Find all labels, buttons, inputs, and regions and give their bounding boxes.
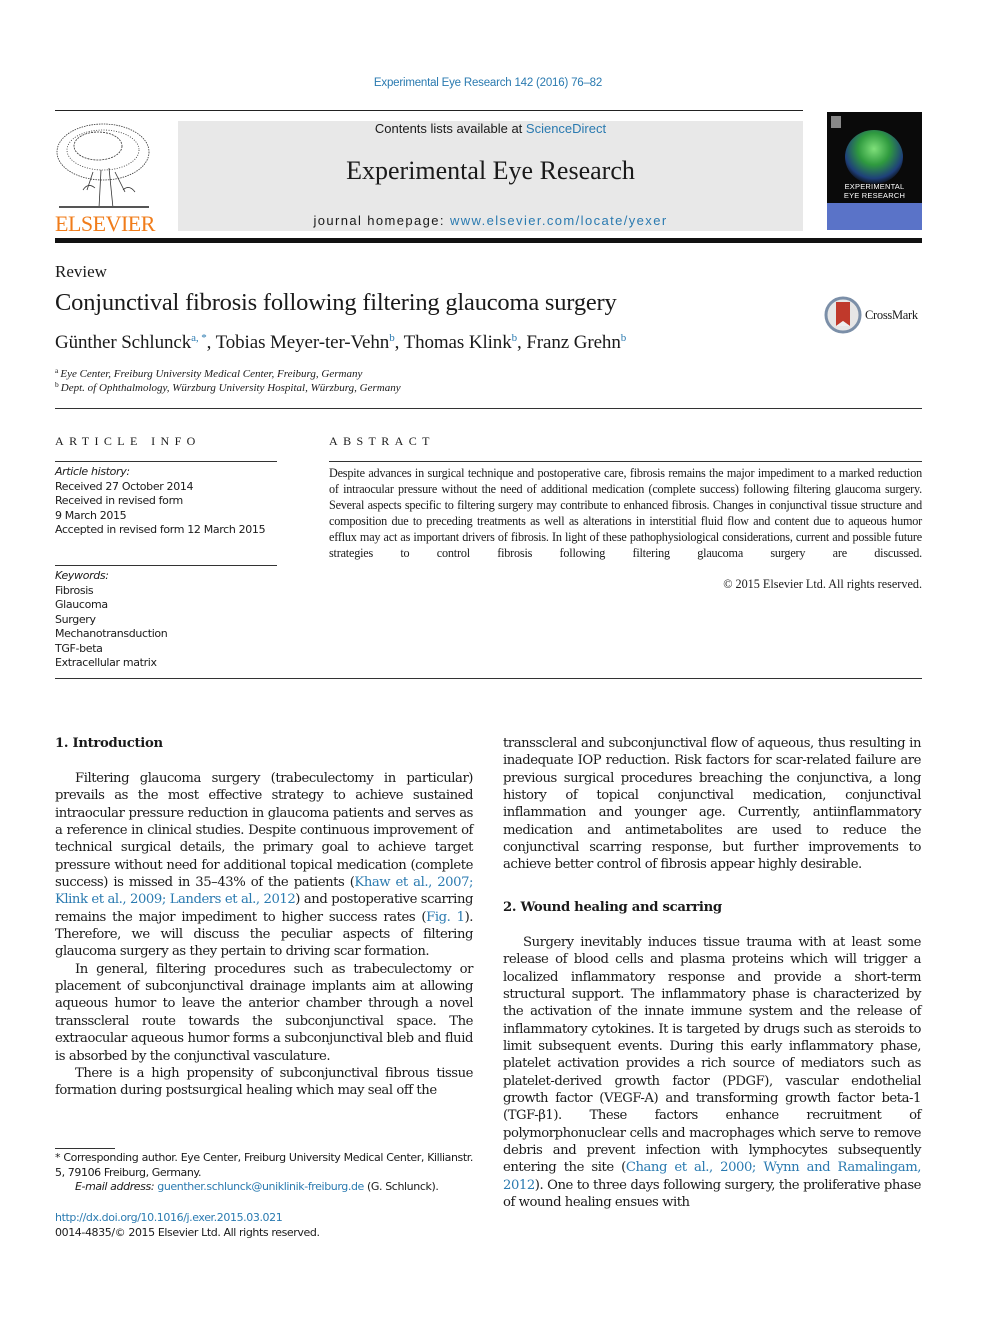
cover-band (827, 203, 922, 230)
body-column-right-bottom: Surgery inevitably induces tissue trauma… (503, 934, 921, 1212)
cover-title-line1: EXPERIMENTAL (844, 182, 905, 191)
affiliation-label: a (55, 366, 59, 375)
author-name: Tobias Meyer-ter-Vehn (215, 332, 390, 353)
corresponding-author-note: * Corresponding author. Eye Center, Frei… (55, 1151, 473, 1179)
abstract-body: Despite advances in surgical technique a… (329, 466, 922, 560)
text-run: Surgery inevitably induces tissue trauma… (503, 935, 921, 1176)
keywords-rule (55, 565, 277, 566)
journal-cover-image: EXPERIMENTAL EYE RESEARCH (827, 112, 922, 230)
author-affiliation-link[interactable]: b (621, 332, 627, 344)
body-column-left: Filtering glaucoma surgery (trabeculecto… (55, 770, 473, 1100)
paragraph: There is a high propensity of subconjunc… (55, 1065, 473, 1099)
history-item: 9 March 2015 (55, 508, 127, 522)
author-affiliation-link[interactable]: a, * (191, 332, 207, 344)
history-item: Received in revised form (55, 494, 183, 507)
cover-title-line2: EYE RESEARCH (843, 191, 906, 200)
author-separator: , (517, 332, 527, 353)
affiliation-b: b Dept. of Ophthalmology, Würzburg Univer… (55, 380, 401, 394)
keyword: Fibrosis (55, 583, 94, 597)
history-item: Accepted in revised form 12 March 2015 (55, 523, 266, 536)
section-heading-introduction: 1. Introduction (55, 736, 163, 751)
author-name: Günther Schlunck (55, 332, 192, 353)
email-link[interactable]: guenther.schlunck@uniklinik-freiburg.de (157, 1180, 364, 1193)
footnote: * Corresponding author. Eye Center, Frei… (55, 1151, 473, 1195)
history-item: Received 27 October 2014 (55, 479, 194, 493)
issn-copyright: 0014-4835/© 2015 Elsevier Ltd. All right… (55, 1226, 320, 1239)
text-run: Filtering glaucoma surgery (trabeculecto… (55, 771, 473, 891)
abstract-copyright: © 2015 Elsevier Ltd. All rights reserved… (723, 577, 922, 591)
author-name: Franz Grehn (526, 332, 621, 353)
abstract-heading: ABSTRACT (329, 434, 435, 448)
article-history: Article history: Received 27 October 201… (55, 465, 266, 538)
front-matter-rule (55, 678, 922, 679)
contents-line: Contents lists available at ScienceDirec… (178, 121, 803, 136)
journal-homepage-link[interactable]: www.elsevier.com/locate/yexer (450, 213, 668, 228)
author-name: Thomas Klink (403, 332, 512, 353)
cover-title: EXPERIMENTAL EYE RESEARCH (827, 182, 922, 200)
paragraph: Surgery inevitably induces tissue trauma… (503, 934, 921, 1212)
author-list: Günther Schluncka, *, Tobias Meyer-ter-V… (55, 332, 626, 354)
article-title: Conjunctival fibrosis following filterin… (55, 289, 617, 316)
journal-citation-link[interactable]: Experimental Eye Research 142 (2016) 76–… (0, 77, 976, 89)
article-info-heading: ARTICLE INFO (55, 434, 201, 448)
text-run: ). One to three days following surgery, … (503, 1177, 921, 1211)
abstract-text: Despite advances in surgical technique a… (329, 465, 922, 561)
affiliation-text: Eye Center, Freiburg University Medical … (60, 368, 363, 380)
keywords-list: Keywords: Fibrosis Glaucoma Surgery Mech… (55, 569, 168, 671)
header-rule-top (55, 110, 803, 111)
keyword: Glaucoma (55, 598, 108, 611)
article-header-rule (55, 408, 922, 409)
email-line: E-mail address: guenther.schlunck@unikli… (55, 1180, 473, 1195)
keywords-label: Keywords: (55, 569, 109, 582)
elsevier-wordmark: ELSEVIER (55, 211, 155, 236)
cover-eye-icon (845, 130, 903, 184)
paragraph-continued: transscleral and subconjunctival flow of… (503, 736, 921, 873)
header-rule-thick (55, 238, 922, 243)
paragraph: In general, filtering procedures such as… (55, 961, 473, 1064)
contents-prefix: Contents lists available at (374, 121, 526, 136)
homepage-prefix: journal homepage: (313, 213, 450, 228)
journal-title: Experimental Eye Research (346, 156, 635, 185)
email-suffix: (G. Schlunck). (363, 1180, 439, 1193)
crossmark-label[interactable]: CrossMark (865, 308, 918, 323)
keyword: Extracellular matrix (55, 656, 157, 669)
paragraph: Filtering glaucoma surgery (trabeculecto… (55, 770, 473, 961)
keyword: Surgery (55, 612, 96, 626)
keyword: TGF-beta (55, 641, 103, 655)
section-heading-wound-healing: 2. Wound healing and scarring (503, 900, 722, 915)
article-info-rule (55, 461, 277, 462)
affiliation-text: Dept. of Ophthalmology, Würzburg Univers… (60, 382, 401, 394)
doi-link[interactable]: http://dx.doi.org/10.1016/j.exer.2015.03… (55, 1211, 283, 1224)
sciencedirect-link[interactable]: ScienceDirect (526, 121, 606, 136)
cover-publisher-mark (831, 116, 841, 128)
affiliation-a: a Eye Center, Freiburg University Medical… (55, 366, 362, 380)
figure-link[interactable]: Fig. 1 (426, 910, 465, 925)
article-type: Review (55, 262, 107, 281)
body-column-right-top: transscleral and subconjunctival flow of… (503, 735, 921, 874)
email-label: E-mail address: (75, 1180, 158, 1193)
keyword: Mechanotransduction (55, 627, 168, 640)
history-label: Article history: (55, 465, 130, 478)
footnote-rule (55, 1148, 115, 1149)
author-separator: , (206, 332, 216, 353)
author-separator: , (394, 332, 404, 353)
homepage-line: journal homepage: www.elsevier.com/locat… (178, 213, 803, 228)
abstract-rule (329, 461, 922, 462)
affiliation-label: b (55, 380, 59, 389)
